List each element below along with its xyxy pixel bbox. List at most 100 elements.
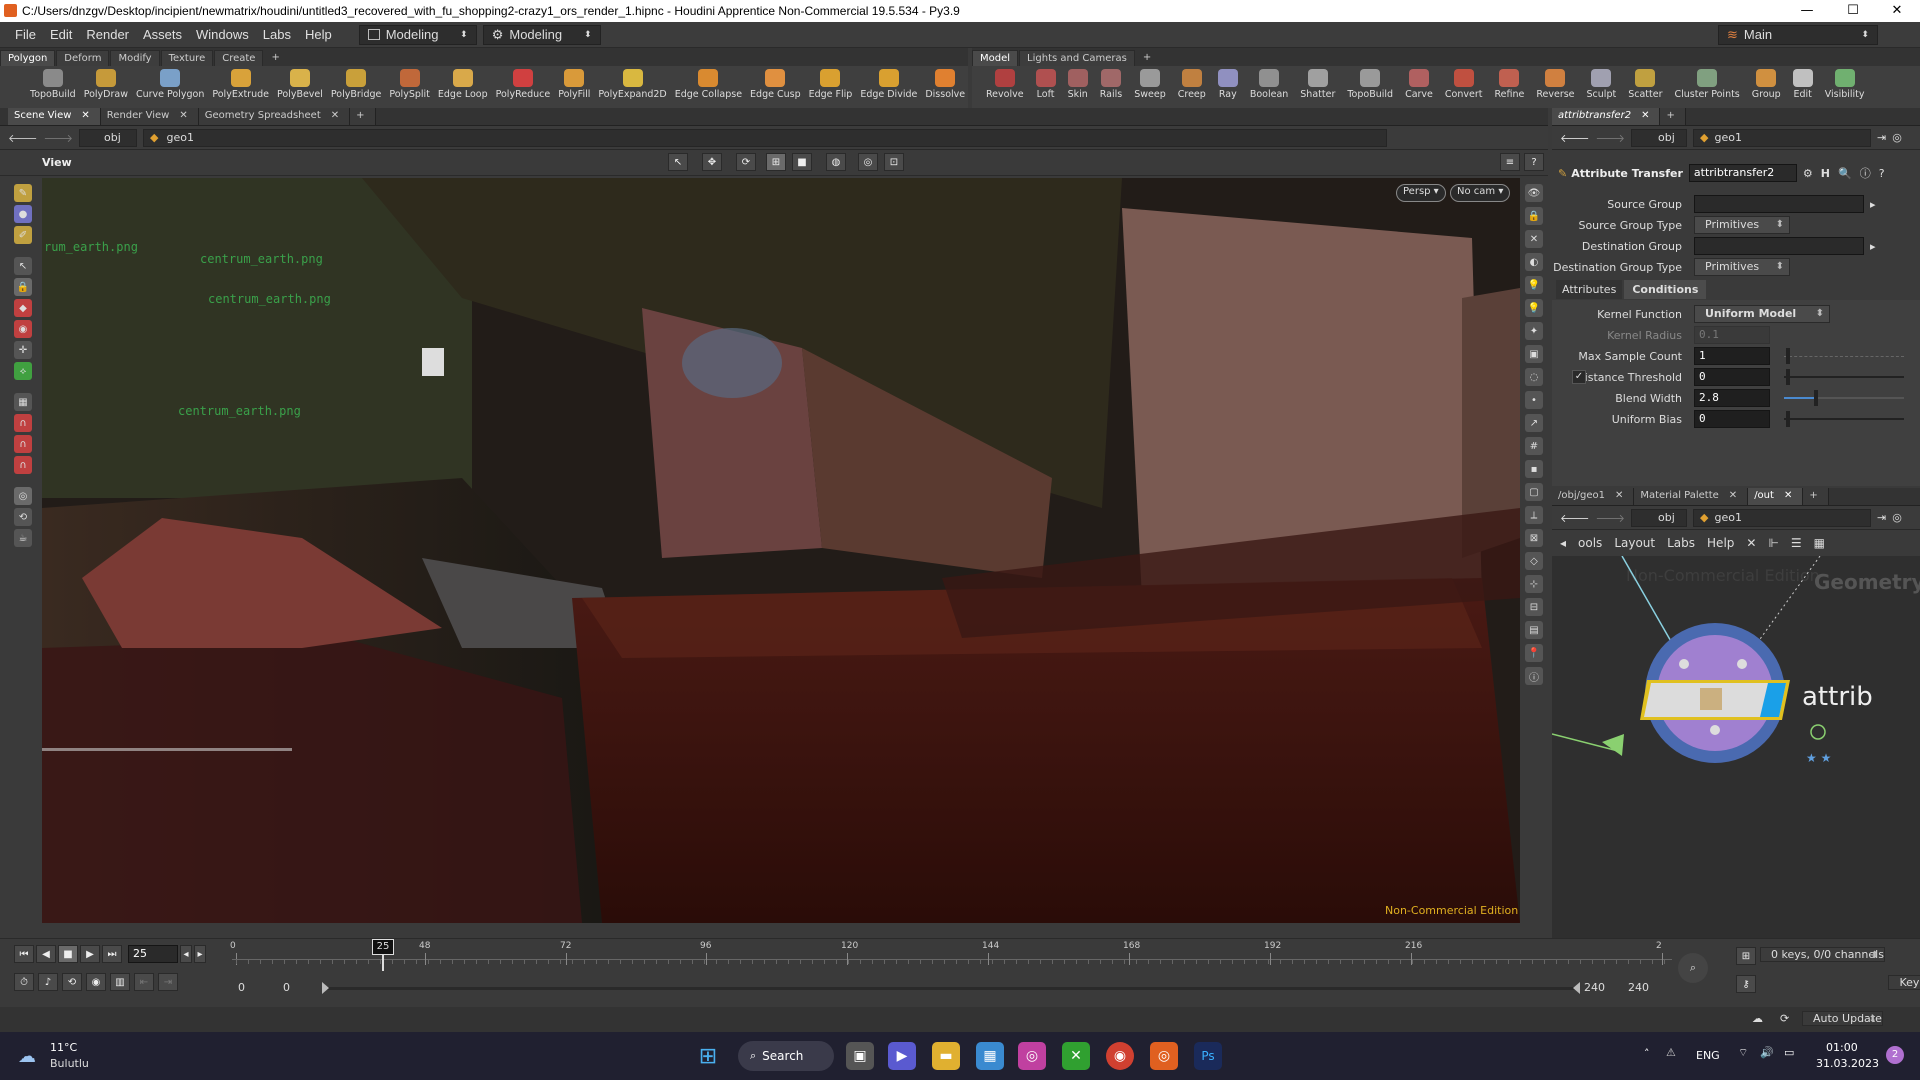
render-region-icon[interactable]: ▤	[1525, 621, 1543, 639]
snap-display-icon[interactable]: ⊹	[1525, 575, 1543, 593]
tool-curve-polygon[interactable]: Curve Polygon	[132, 66, 208, 108]
tool-edge-loop[interactable]: Edge Loop	[434, 66, 492, 108]
light-3-icon[interactable]: ✦	[1525, 322, 1543, 340]
tool-polyfill[interactable]: PolyFill	[554, 66, 594, 108]
tool-convert[interactable]: Convert	[1439, 66, 1489, 108]
auto-update-dropdown[interactable]: Auto Update	[1802, 1011, 1883, 1026]
help-icon[interactable]: ?	[1524, 153, 1544, 171]
tab-material-palette[interactable]: Material Palette ✕	[1634, 488, 1749, 505]
slider-handle[interactable]	[1786, 348, 1790, 364]
close-icon[interactable]: ✕	[1615, 488, 1623, 505]
tool-visibility[interactable]: Visibility	[1819, 66, 1871, 108]
taskbar-search[interactable]: ⌕ Search	[738, 1041, 834, 1071]
chevron-up-icon[interactable]: ˄	[1644, 1047, 1650, 1060]
windows-start-icon[interactable]: ⊞	[694, 1042, 722, 1070]
tool-edge-divide[interactable]: Edge Divide	[856, 66, 921, 108]
tool-scatter[interactable]: Scatter	[1622, 66, 1668, 108]
menu-assets[interactable]: Assets	[136, 27, 189, 42]
path-geo[interactable]: ◆ geo1	[143, 128, 1387, 147]
file-explorer-icon[interactable]: ▬	[932, 1042, 960, 1070]
back-arrow-icon[interactable]: 🡐	[1560, 511, 1590, 525]
path-obj[interactable]: obj	[79, 128, 137, 147]
source-group-type-dropdown[interactable]: Primitives	[1694, 216, 1790, 234]
grid-view-icon[interactable]: ▦	[1814, 536, 1825, 550]
move-tool-icon[interactable]: ✥	[702, 153, 722, 171]
uniform-bias-slider[interactable]	[1784, 418, 1904, 420]
menu-windows[interactable]: Windows	[189, 27, 256, 42]
language-indicator[interactable]: ENG	[1696, 1049, 1720, 1062]
task-view-icon[interactable]: ▣	[846, 1042, 874, 1070]
distance-threshold-slider[interactable]	[1784, 376, 1904, 378]
pose-icon[interactable]: ⟡	[14, 362, 32, 380]
link-icon[interactable]: ◎	[1892, 511, 1902, 524]
menu-tools[interactable]: ools	[1578, 536, 1602, 550]
viewer-options-icon[interactable]: ≡	[1500, 153, 1520, 171]
edit-icon[interactable]: ✐	[14, 226, 32, 244]
tool-sculpt[interactable]: Sculpt	[1581, 66, 1623, 108]
jump-end-icon[interactable]: ⏭	[102, 945, 122, 963]
timeline-ruler[interactable]: 0 48 72 96 120 144 168 192 216 2	[230, 939, 1672, 969]
maximize-button[interactable]: ☐	[1830, 0, 1876, 22]
tool-polybridge[interactable]: PolyBridge	[327, 66, 385, 108]
back-arrow-icon[interactable]: 🡐	[1560, 131, 1590, 145]
tool-shatter[interactable]: Shatter	[1294, 66, 1341, 108]
info-icon[interactable]: ⓘ	[1525, 667, 1543, 685]
menu-layout[interactable]: Layout	[1614, 536, 1655, 550]
tool-polyexpand2d[interactable]: PolyExpand2D	[594, 66, 670, 108]
add-tab-button[interactable]: +	[1803, 488, 1829, 505]
tool-edge-flip[interactable]: Edge Flip	[805, 66, 857, 108]
desktop-dropdown-2[interactable]: ⚙ Modeling ⬍	[482, 24, 601, 45]
tool-rails[interactable]: Rails	[1094, 66, 1128, 108]
slider-handle[interactable]	[1786, 369, 1790, 385]
tool-cluster-points[interactable]: Cluster Points	[1668, 66, 1745, 108]
volume-icon[interactable]: 🔊	[1760, 1046, 1774, 1059]
point-display-icon[interactable]: •	[1525, 391, 1543, 409]
key-all-channels-dropdown[interactable]: Key All Channels	[1888, 975, 1920, 990]
uv-icon[interactable]: ⊟	[1525, 598, 1543, 616]
range-start[interactable]: 0	[238, 981, 245, 994]
instagram-icon[interactable]: ◎	[1018, 1042, 1046, 1070]
handle-icon[interactable]: ◆	[14, 299, 32, 317]
jump-start-icon[interactable]: ⏮	[14, 945, 34, 963]
battery-icon[interactable]: ▭	[1784, 1046, 1794, 1059]
point-icon[interactable]: ●	[14, 205, 32, 223]
source-group-field[interactable]	[1694, 195, 1864, 213]
rotate-tool-icon[interactable]: ⟳	[736, 153, 756, 171]
close-button[interactable]: ✕	[1874, 0, 1920, 22]
snap-icon[interactable]: ⊞	[766, 153, 786, 171]
path-obj[interactable]: obj	[1631, 508, 1687, 527]
tool-boolean[interactable]: Boolean	[1244, 66, 1294, 108]
weather-icon[interactable]: ☁	[18, 1046, 36, 1067]
photoshop-icon[interactable]: Ps	[1194, 1042, 1222, 1070]
tool-edge-cusp[interactable]: Edge Cusp	[746, 66, 805, 108]
tool-topobuild[interactable]: TopoBuild	[26, 66, 80, 108]
max-sample-count-field[interactable]: 1	[1694, 347, 1770, 365]
uniform-bias-field[interactable]: 0	[1694, 410, 1770, 428]
grid-icon[interactable]: ▦	[14, 393, 32, 411]
menu-help[interactable]: Help	[1707, 536, 1734, 550]
kernel-function-dropdown[interactable]: Uniform Model	[1694, 305, 1830, 323]
search-icon[interactable]: 🔍	[1838, 167, 1852, 180]
pin-icon[interactable]: ⇥	[1877, 131, 1886, 144]
tool-ray[interactable]: Ray	[1212, 66, 1244, 108]
menu-edit[interactable]: Edit	[43, 27, 79, 42]
path-obj[interactable]: obj	[1631, 128, 1687, 147]
key-next-icon[interactable]: ⇥	[158, 973, 178, 991]
key-tool-icon[interactable]: ⌕	[1678, 953, 1708, 983]
wire-icon[interactable]: ⊠	[1525, 529, 1543, 547]
close-icon[interactable]: ✕	[1729, 488, 1737, 505]
next-key-icon[interactable]: ▸	[194, 945, 206, 963]
light-icon[interactable]: 💡	[1525, 276, 1543, 294]
help-icon[interactable]: ?	[1879, 167, 1885, 180]
menu-render[interactable]: Render	[79, 27, 136, 42]
magnet-icon[interactable]: ∩	[14, 414, 32, 432]
prev-key-icon[interactable]: ◂	[180, 945, 192, 963]
eye-icon[interactable]: 👁	[1525, 184, 1543, 202]
close-icon[interactable]: ✕	[81, 108, 89, 125]
vertex-icon[interactable]: ▪	[1525, 460, 1543, 478]
range-start-handle[interactable]	[322, 982, 329, 994]
template-icon[interactable]: ▢	[1525, 483, 1543, 501]
display-icon[interactable]: ■	[792, 153, 812, 171]
notification-badge[interactable]: 2	[1886, 1046, 1904, 1064]
keys-channels-dropdown[interactable]: 0 keys, 0/0 channels	[1760, 947, 1885, 962]
